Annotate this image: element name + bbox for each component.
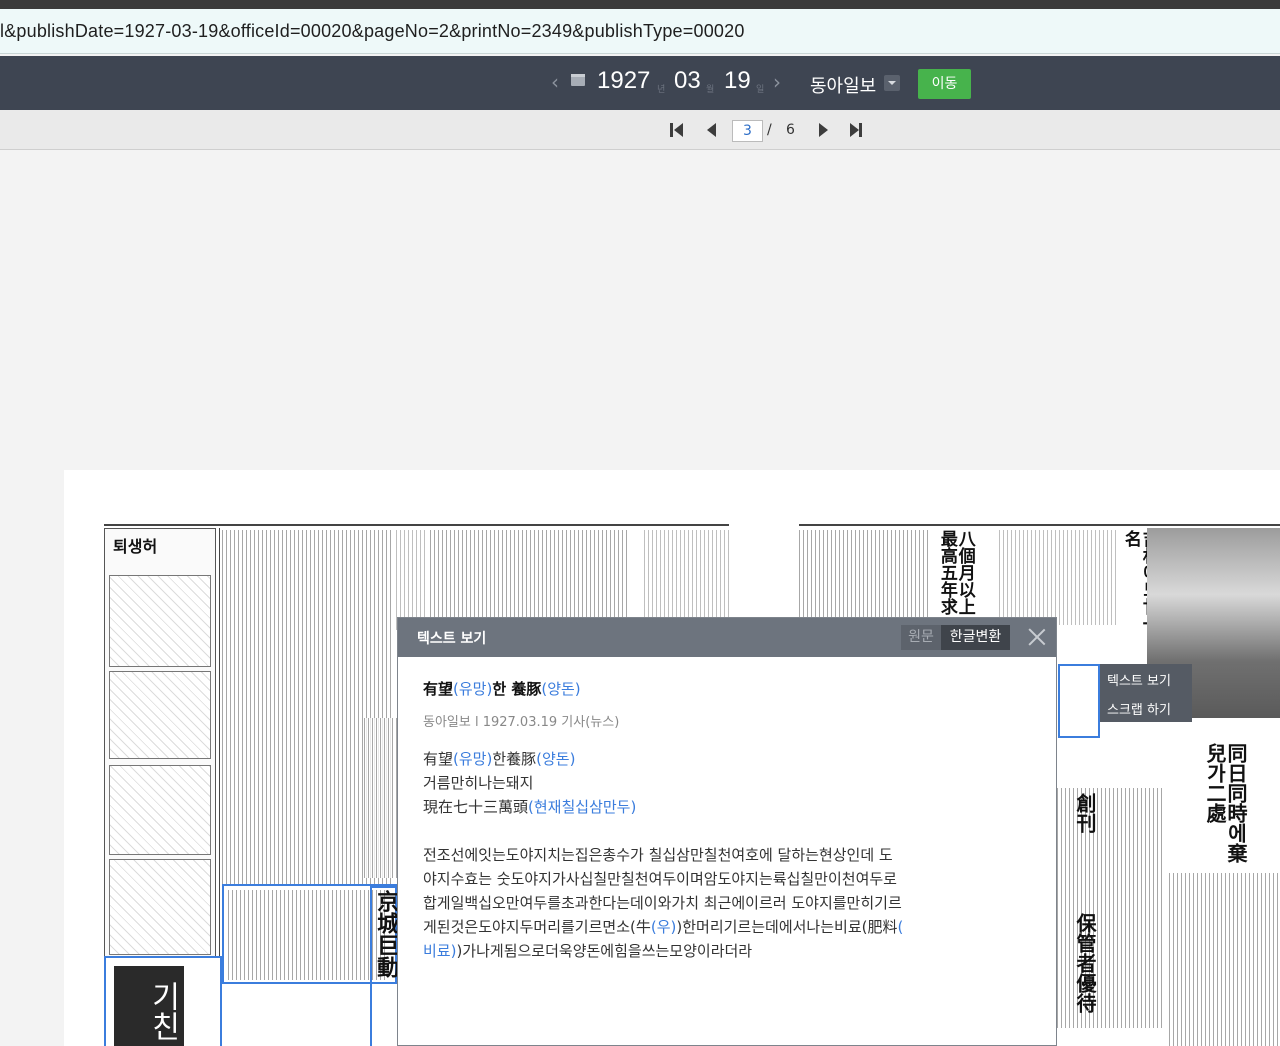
headline: 創刊 bbox=[1073, 793, 1097, 833]
reading-text: 비료) bbox=[423, 942, 457, 960]
popup-title: 텍스트 보기 bbox=[417, 631, 487, 647]
page-header-rule bbox=[799, 518, 1280, 526]
next-date-chevron-icon[interactable]: › bbox=[773, 70, 781, 94]
url-bar[interactable]: l&publishDate=1927-03-19&officeId=00020&… bbox=[0, 9, 1280, 54]
title-reading: (유망) bbox=[453, 680, 493, 698]
reading-text: ( bbox=[897, 918, 904, 936]
text-view-popup: 텍스트 보기 원문 한글변환 有望(유망)한 養豚(양돈) 동아일보 l 192… bbox=[397, 617, 1057, 1046]
popup-header: 텍스트 보기 원문 한글변환 bbox=[398, 618, 1056, 657]
text-column bbox=[999, 530, 1119, 625]
date-navigation-bar: ‹ 1927 년 03 월 19 일 › 동아일보 이동 bbox=[0, 56, 1280, 110]
comic-panel bbox=[109, 765, 211, 855]
body-line: 有望(유망)한養豚(양돈) bbox=[423, 747, 988, 771]
comic-panel bbox=[109, 671, 211, 759]
selected-article-highlight[interactable] bbox=[1058, 664, 1100, 738]
text-column bbox=[799, 530, 929, 625]
page-header-rule bbox=[104, 518, 729, 526]
comic-title: 퇴생허 bbox=[113, 537, 158, 556]
dark-ad-block: 기친 bbox=[114, 966, 184, 1046]
paragraph-line: 전조선에잇는도야지치는집은총수가 칠십삼만칠천여호에 달하는현상인데 도 bbox=[423, 846, 893, 864]
text-column bbox=[396, 530, 426, 630]
page-separator: / bbox=[767, 122, 772, 138]
line-text: 現在七十三萬頭 bbox=[423, 798, 529, 816]
article-context-menu: 텍스트 보기 스크랩 하기 bbox=[1100, 664, 1192, 722]
title-part: 有望 bbox=[423, 680, 454, 698]
browser-top-strip bbox=[0, 0, 1280, 9]
article-body: 有望(유망)한養豚(양돈) 거름만히나는돼지 現在七十三萬頭(현재칠십삼만두) … bbox=[423, 747, 988, 963]
year-unit: 년 bbox=[657, 85, 666, 95]
year-value[interactable]: 1927 bbox=[597, 67, 650, 95]
headline: 保管者優待 bbox=[1073, 913, 1097, 1013]
scrap-menu-item[interactable]: 스크랩 하기 bbox=[1107, 699, 1171, 718]
tab-korean-conversion[interactable]: 한글변환 bbox=[941, 625, 1010, 650]
page-total: 6 bbox=[786, 122, 795, 138]
body-line: 現在七十三萬頭(현재칠십삼만두) bbox=[423, 795, 988, 819]
tab-original[interactable]: 원문 bbox=[901, 625, 941, 650]
headline: 同日同時에棄兒가二處 bbox=[1203, 743, 1248, 863]
left-block-headline: 京城巨動 bbox=[373, 890, 400, 978]
calendar-icon[interactable] bbox=[571, 74, 585, 86]
line-text: 게된것은도야지두머리를기르면소(牛 bbox=[423, 918, 651, 936]
title-reading: (양돈) bbox=[541, 680, 581, 698]
paragraph-line: 비료))가나게됨으로더욱양돈에힘을쓰는모양이라더라 bbox=[423, 939, 988, 963]
line-text: )가나게됨으로더욱양돈에힘을쓰는모양이라더라 bbox=[456, 942, 753, 960]
month-value[interactable]: 03 bbox=[674, 67, 701, 95]
page-navigation-bar: 3 / 6 bbox=[0, 110, 1280, 150]
line-text: 한養豚 bbox=[492, 750, 537, 768]
article-paragraph: 전조선에잇는도야지치는집은총수가 칠십삼만칠천여호에 달하는현상인데 도 야지수… bbox=[423, 843, 988, 963]
url-text[interactable]: l&publishDate=1927-03-19&officeId=00020&… bbox=[0, 21, 745, 42]
day-unit: 일 bbox=[756, 85, 765, 95]
first-page-icon[interactable] bbox=[670, 122, 686, 138]
paragraph-line: 합게일백십오만여두를초과한다는데이와가치 최근에이르러 도야지를만히기르 bbox=[423, 894, 902, 912]
line-text: 有望 bbox=[423, 750, 454, 768]
article-title: 有望(유망)한 養豚(양돈) bbox=[423, 678, 581, 699]
last-page-icon[interactable] bbox=[850, 122, 866, 138]
close-icon[interactable] bbox=[1026, 626, 1048, 648]
prev-date-chevron-icon[interactable]: ‹ bbox=[551, 70, 559, 94]
text-column bbox=[644, 530, 729, 625]
reading-text: (양돈) bbox=[536, 750, 576, 768]
chevron-down-icon[interactable] bbox=[884, 75, 900, 91]
text-column bbox=[1169, 873, 1280, 1046]
reading-text: (유망) bbox=[453, 750, 493, 768]
text-view-menu-item[interactable]: 텍스트 보기 bbox=[1107, 670, 1171, 689]
column-rule bbox=[219, 528, 220, 958]
go-button[interactable]: 이동 bbox=[918, 69, 971, 99]
comic-panel bbox=[109, 859, 211, 955]
comic-strip[interactable]: 퇴생허 bbox=[104, 528, 216, 958]
line-text: )한머리기르는데에서나는비료(肥料 bbox=[676, 918, 898, 936]
reading-text: (우) bbox=[650, 918, 677, 936]
headline: 八個月以上最高五年求 bbox=[936, 530, 975, 615]
month-unit: 월 bbox=[706, 85, 715, 95]
text-column bbox=[228, 890, 388, 980]
next-page-icon[interactable] bbox=[818, 122, 834, 138]
reading-text: (현재칠십삼만두) bbox=[528, 798, 637, 816]
title-part: 한 養豚 bbox=[492, 680, 542, 698]
body-line: 거름만히나는돼지 bbox=[423, 774, 534, 792]
comic-panel bbox=[109, 575, 211, 667]
day-value[interactable]: 19 bbox=[724, 67, 751, 95]
article-meta: 동아일보 l 1927.03.19 기사(뉴스) bbox=[423, 715, 620, 730]
paragraph-line: 야지수효는 숫도야지가사십칠만칠천여두이며암도야지는륙십칠만이천여두로 bbox=[423, 870, 897, 888]
newspaper-select[interactable]: 동아일보 bbox=[810, 72, 876, 98]
prev-page-icon[interactable] bbox=[706, 122, 722, 138]
paragraph-line: 게된것은도야지두머리를기르면소(牛(우))한머리기르는데에서나는비료(肥料( bbox=[423, 915, 988, 939]
page-number-input[interactable]: 3 bbox=[732, 120, 763, 142]
